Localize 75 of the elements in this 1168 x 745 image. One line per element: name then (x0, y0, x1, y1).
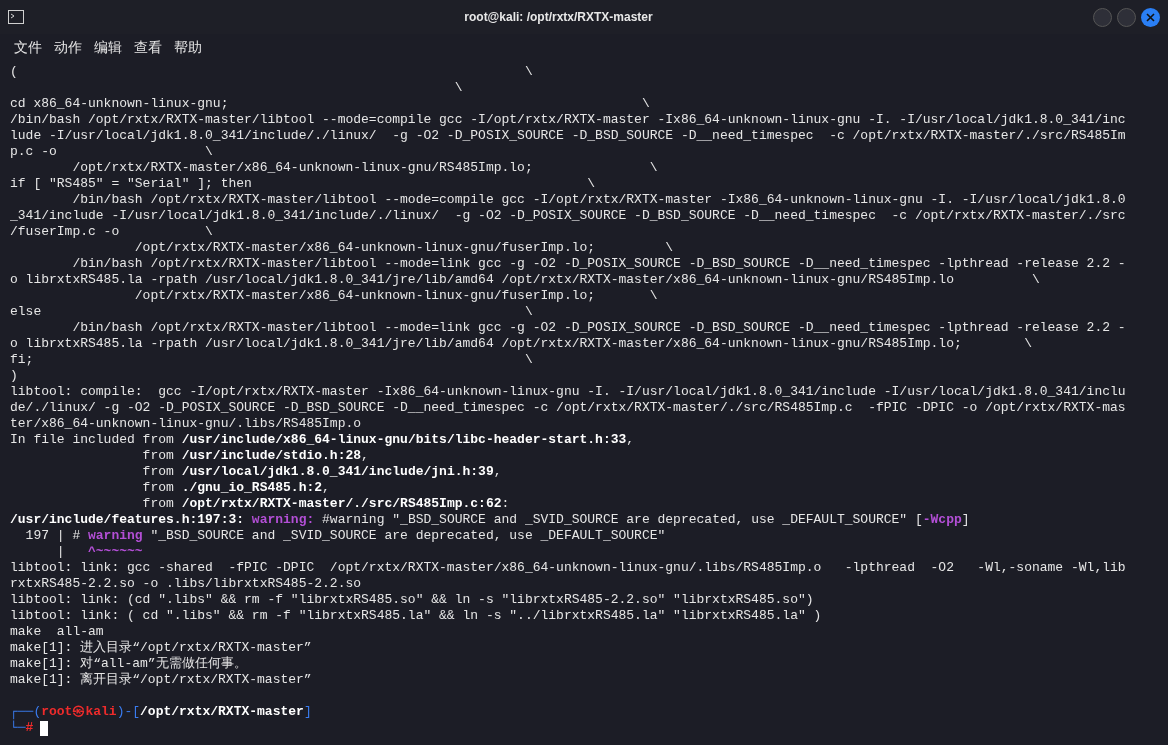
terminal-text: libtool: link: gcc -shared -fPIC -DPIC /opt/rxtx/RXTX-master/x86_64-unknown-linux-gnu/.libs/RS485Imp.o -lpthread -O2 -Wl,-soname -Wl,lib (10, 560, 1126, 575)
terminal-text: \ (453, 80, 463, 95)
terminal-text: ) (10, 368, 18, 383)
terminal-text: In file included from (10, 432, 175, 447)
terminal-text: make[1]: 离开目录“/opt/rxtx/RXTX-master” (10, 672, 312, 687)
terminal-text: lude -I/usr/local/jdk1.8.0_341/include/./linux/ -g -O2 -D_POSIX_SOURCE -D_BSD_SOURCE -D__need_timespec -c /opt/rxtx/RXTX-master/./src/RS485Im (10, 128, 1126, 143)
terminal-text: | (55, 544, 66, 559)
terminal-text: 197 | # (24, 528, 82, 543)
terminal-text: fi; \ (10, 352, 533, 367)
terminal-text: /bin/bash /opt/rxtx/RXTX-master/libtool --mode=link gcc -g -O2 -D_POSIX_SOURCE -D_BSD_SOURCE -D__need_timespec -lpthread -release 2.2 - (71, 256, 1126, 271)
prompt-user: # (25, 720, 34, 736)
terminal-text: make all-am (10, 624, 104, 639)
prompt-frame: └─ (10, 720, 26, 736)
close-icon (1146, 12, 1155, 22)
terminal-text: make[1]: 进入目录“/opt/rxtx/RXTX-master” (10, 640, 312, 655)
terminal-text: /opt/rxtx/RXTX-master/x86_64-unknown-linux-gnu/fuserImp.lo; \ (133, 240, 674, 255)
terminal-text: -Wcpp (922, 512, 962, 527)
prompt-frame: ┌──( (10, 704, 42, 719)
close-button[interactable] (1141, 7, 1160, 27)
minimize-button[interactable] (1093, 7, 1112, 27)
prompt-path: /opt/rxtx/RXTX-master (140, 704, 304, 719)
terminal-text: /opt/rxtx/RXTX-master/./src/RS485Imp.c:62 (181, 496, 502, 511)
terminal-text: #warning "_BSD_SOURCE and _SVID_SOURCE are deprecated, use _DEFAULT_SOURCE" [ (321, 512, 923, 527)
menu-item[interactable]: 查看 (134, 36, 162, 58)
terminal-text: "_BSD_SOURCE and _SVID_SOURCE are deprecated, use _DEFAULT_SOURCE" (149, 528, 666, 543)
terminal-text: /usr/include/stdio.h:28 (181, 448, 362, 463)
terminal-text: /usr/include/x86_64-linux-gnu/bits/libc-header-start.h:33 (181, 432, 627, 447)
terminal-text: cd x86_64-unknown-linux-gnu; \ (10, 96, 650, 111)
terminal-text: warning: (251, 512, 315, 527)
terminal-text: libtool: compile: gcc -I/opt/rxtx/RXTX-master -Ix86_64-unknown-linux-gnu -I. -I/usr/local/jdk1.8.0_341/include -I/usr/local/jdk1.8.0_341/inclu (10, 384, 1126, 399)
terminal-text: else \ (10, 304, 533, 319)
terminal-text: /usr/include/features.h:197:3: (10, 512, 246, 527)
menu-item[interactable]: 帮助 (174, 36, 202, 58)
terminal-text: , (322, 480, 330, 495)
menu-item[interactable]: 文件 (14, 36, 42, 58)
terminal-text: libtool: link: (cd ".libs" && rm -f "librxtxRS485.so" && ln -s "librxtxRS485-2.2.so" "librxtxRS485.so") (10, 592, 814, 607)
terminal-text: o librxtxRS485.la -rpath /usr/local/jdk1.8.0_341/jre/lib/amd64 /opt/rxtx/RXTX-master/x86_64-unknown-linux-gnu/RS485Imp.lo \ (10, 272, 1040, 287)
terminal-text: /opt/rxtx/RXTX-master/x86_64-unknown-linux-gnu/fuserImp.lo; \ (133, 288, 658, 303)
terminal-text: o librxtxRS485.la -rpath /usr/local/jdk1.8.0_341/jre/lib/amd64 /opt/rxtx/RXTX-master/x86_64-unknown-linux-gnu/RS485Imp.lo; \ (10, 336, 1032, 351)
menu-item[interactable]: 编辑 (94, 36, 122, 58)
terminal-text: , (361, 448, 369, 463)
terminal-icon (8, 10, 24, 24)
terminal-text: , (493, 464, 502, 479)
terminal-text: /bin/bash /opt/rxtx/RXTX-master/libtool --mode=compile gcc -I/opt/rxtx/RXTX-master -Ix86_64-unknown-linux-gnu -I. -I/usr/local/jdk1.8.0 (71, 192, 1126, 207)
menu-item[interactable]: 动作 (54, 36, 82, 58)
terminal-text: _341/include -I/usr/local/jdk1.8.0_341/include/./linux/ -g -O2 -D_POSIX_SOURCE -D_BSD_SOURCE -D__need_timespec -c /opt/rxtx/RXTX-master/./src (10, 208, 1126, 223)
terminal-text: /bin/bash /opt/rxtx/RXTX-master/libtool --mode=compile gcc -I/opt/rxtx/RXTX-master -Ix86_64-unknown-linux-gnu -I. -I/usr/local/jdk1.8.0_341/inc (10, 112, 1126, 127)
window-title: root@kali: /opt/rxtx/RXTX-master (464, 9, 653, 26)
terminal-text: from (141, 496, 175, 511)
terminal-text: from (141, 480, 175, 495)
terminal-text: /usr/local/jdk1.8.0_341/include/jni.h:39 (181, 464, 494, 479)
terminal-text: warning (88, 528, 143, 543)
terminal-text: /fuserImp.c -o \ (10, 224, 213, 239)
terminal-text: ( \ (10, 64, 533, 79)
terminal-text: ter/x86_64-unknown-linux-gnu/.libs/RS485Imp.o (10, 416, 362, 431)
terminal-text: p.c -o \ (10, 144, 213, 159)
prompt-user: root㉿kali (41, 704, 117, 719)
cursor (40, 720, 49, 736)
terminal-text: from (141, 448, 175, 463)
terminal-text: ] (961, 512, 970, 527)
terminal-text: libtool: link: ( cd ".libs" && rm -f "librxtxRS485.la" && ln -s "../librxtxRS485.la" "librxtxRS485.la" ) (10, 608, 822, 623)
terminal-text: ./gnu_io_RS485.h:2 (181, 480, 323, 495)
terminal-text: from (141, 464, 175, 479)
maximize-button[interactable] (1117, 7, 1136, 27)
prompt-frame: ] (303, 704, 312, 719)
terminal-text: rxtxRS485-2.2.so -o .libs/librxtxRS485-2.2.so (10, 576, 362, 591)
terminal-text: : (501, 496, 510, 511)
terminal-text: , (626, 432, 635, 447)
terminal-text: if [ "RS485" = "Serial" ]; then \ (10, 176, 596, 191)
prompt-frame: )-[ (116, 704, 141, 719)
terminal-text: /bin/bash /opt/rxtx/RXTX-master/libtool --mode=link gcc -g -O2 -D_POSIX_SOURCE -D_BSD_SOURCE -D__need_timespec -lpthread -release 2.2 - (71, 320, 1126, 335)
terminal-text: ^~~~~~~ (88, 544, 143, 559)
terminal-text: make[1]: 对“all-am”无需做任何事。 (10, 656, 247, 671)
terminal-text: de/./linux/ -g -O2 -D_POSIX_SOURCE -D_BSD_SOURCE -D__need_timespec -c /opt/rxtx/RXTX-master/./src/RS485Imp.c -fPIC -DPIC -o /opt/rxtx/RXTX-mas (10, 400, 1126, 415)
terminal-text: /opt/rxtx/RXTX-master/x86_64-unknown-linux-gnu/RS485Imp.lo; \ (71, 160, 658, 175)
